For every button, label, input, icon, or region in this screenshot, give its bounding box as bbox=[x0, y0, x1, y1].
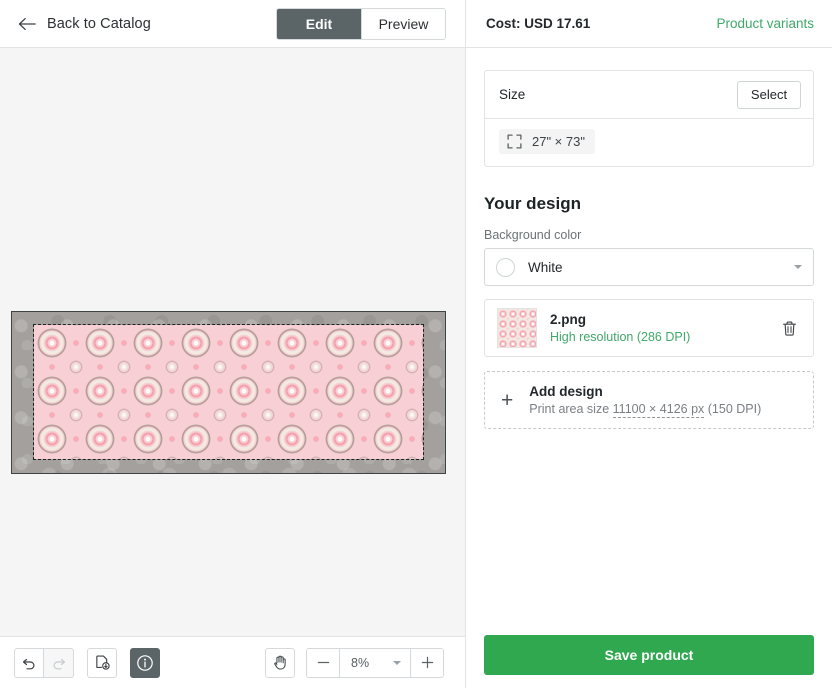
pan-tool-button[interactable] bbox=[265, 647, 295, 678]
size-card-body: 27" × 73" bbox=[485, 119, 813, 166]
canvas-toolbar: 8% bbox=[0, 636, 465, 688]
right-pane-body: Size Select 27" × 73" Your design Backgr… bbox=[466, 48, 832, 622]
selected-size-label: 27" × 73" bbox=[532, 134, 585, 149]
size-card-header: Size Select bbox=[485, 71, 813, 119]
print-area-boundary[interactable] bbox=[33, 324, 424, 460]
background-color-select[interactable]: White bbox=[484, 248, 814, 286]
plus-icon: + bbox=[501, 388, 514, 412]
redo-button[interactable] bbox=[44, 647, 74, 678]
design-thumbnail bbox=[497, 308, 537, 348]
redo-icon bbox=[53, 658, 65, 669]
chevron-down-icon bbox=[794, 265, 802, 269]
rug-mockup[interactable] bbox=[11, 311, 446, 474]
design-pattern-layer-2 bbox=[34, 325, 423, 459]
undo-button[interactable] bbox=[14, 647, 44, 678]
right-pane-footer: Save product bbox=[466, 622, 832, 688]
chevron-down-icon bbox=[393, 660, 401, 665]
expand-corners-icon bbox=[507, 134, 522, 149]
product-editor-app: Back to Catalog Edit Preview 8% Cost: US… bbox=[0, 0, 832, 688]
editor-right-pane: Cost: USD 17.61 Product variants Size Se… bbox=[466, 0, 832, 688]
size-select-button[interactable]: Select bbox=[737, 80, 801, 109]
background-color-label: Background color bbox=[484, 228, 582, 242]
zoom-level-select[interactable]: 8% bbox=[339, 648, 411, 677]
view-mode-toggle: Edit Preview bbox=[276, 8, 446, 40]
tab-edit[interactable]: Edit bbox=[277, 9, 361, 39]
delete-design-button[interactable] bbox=[778, 317, 800, 339]
back-to-catalog-button[interactable]: Back to Catalog bbox=[14, 12, 155, 36]
zoom-control-group: 8% bbox=[306, 647, 444, 678]
file-download-icon bbox=[95, 655, 110, 670]
add-design-button[interactable]: + Add design Print area size 11100 × 412… bbox=[484, 371, 814, 429]
size-card-title: Size bbox=[499, 87, 526, 102]
tab-preview[interactable]: Preview bbox=[361, 9, 445, 39]
selected-size-chip[interactable]: 27" × 73" bbox=[499, 129, 595, 154]
add-design-subtitle: Print area size 11100 × 4126 px (150 DPI… bbox=[529, 402, 762, 418]
background-color-value: White bbox=[528, 259, 563, 275]
trash-icon bbox=[782, 321, 796, 336]
info-icon bbox=[137, 654, 153, 671]
zoom-in-button[interactable] bbox=[411, 648, 443, 677]
zoom-out-button[interactable] bbox=[307, 648, 339, 677]
cost-label: Cost: USD 17.61 bbox=[486, 16, 591, 31]
add-design-text: Add design Print area size 11100 × 4126 … bbox=[529, 384, 762, 418]
info-toggle-button[interactable] bbox=[130, 647, 160, 678]
design-file-meta: 2.png High resolution (286 DPI) bbox=[550, 312, 765, 344]
undo-icon bbox=[22, 658, 35, 669]
hand-pan-icon bbox=[273, 655, 286, 670]
design-file-status: High resolution (286 DPI) bbox=[550, 330, 691, 344]
print-area-prefix: Print area size bbox=[529, 402, 613, 416]
editor-top-bar: Back to Catalog Edit Preview bbox=[0, 0, 465, 48]
print-area-suffix: (150 DPI) bbox=[704, 402, 762, 416]
arrow-left-icon bbox=[18, 17, 36, 30]
save-product-button[interactable]: Save product bbox=[484, 635, 814, 675]
background-color-swatch bbox=[496, 257, 515, 277]
export-file-button[interactable] bbox=[87, 647, 117, 678]
design-file-name: 2.png bbox=[550, 312, 586, 327]
design-canvas[interactable] bbox=[0, 48, 465, 636]
print-area-size-value[interactable]: 11100 × 4126 px bbox=[612, 402, 705, 418]
add-design-title: Add design bbox=[529, 384, 603, 399]
minus-icon bbox=[317, 661, 329, 664]
back-to-catalog-label: Back to Catalog bbox=[47, 15, 151, 32]
your-design-heading: Your design bbox=[484, 194, 581, 213]
zoom-level-value: 8% bbox=[351, 655, 370, 670]
history-button-group bbox=[14, 647, 74, 678]
product-summary-bar: Cost: USD 17.61 Product variants bbox=[466, 0, 832, 48]
design-file-row[interactable]: 2.png High resolution (286 DPI) bbox=[484, 299, 814, 357]
editor-left-pane: Back to Catalog Edit Preview 8% bbox=[0, 0, 466, 688]
product-variants-link[interactable]: Product variants bbox=[716, 16, 814, 31]
plus-icon bbox=[421, 656, 433, 669]
size-card: Size Select 27" × 73" bbox=[484, 70, 814, 167]
